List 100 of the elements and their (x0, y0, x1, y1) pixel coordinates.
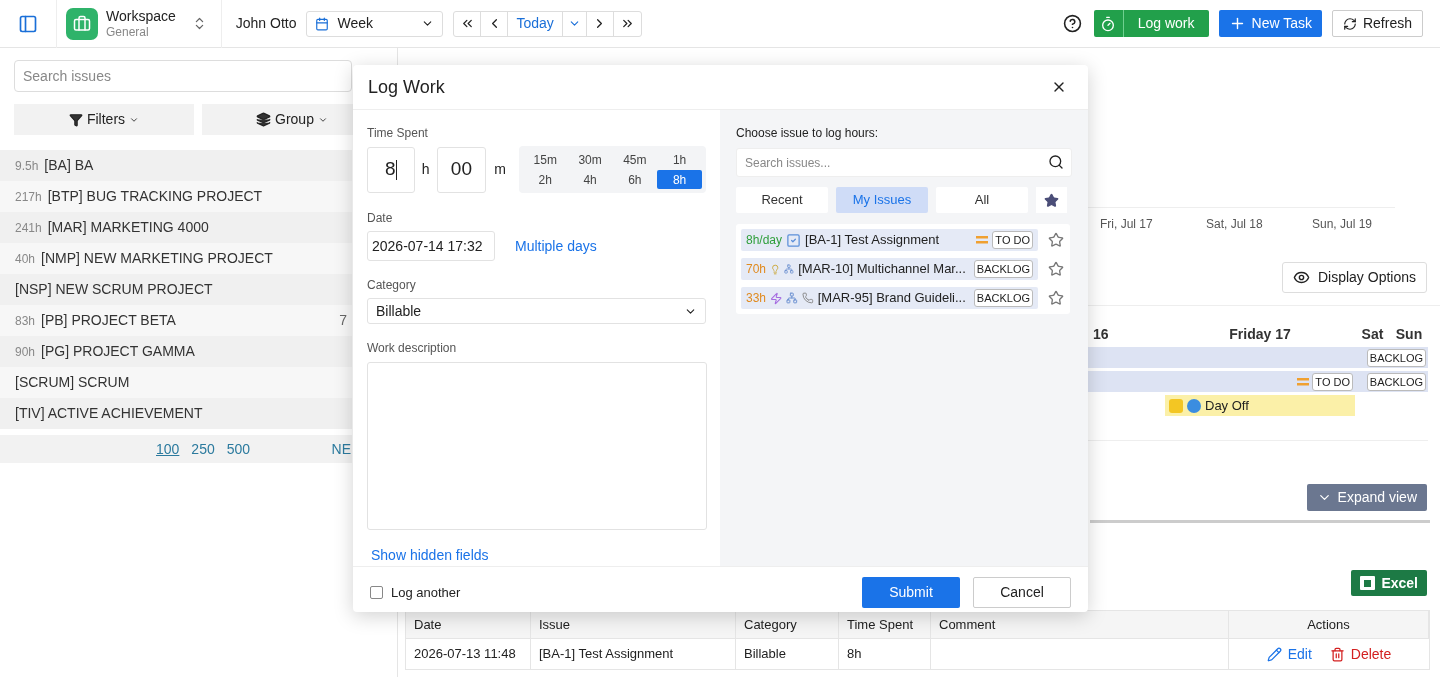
project-row[interactable]: 241h [MAR] MARKETING 4000 (0, 212, 352, 243)
issue-row[interactable]: 70h [MAR-10] Multichannel Mar... BACKLOG (741, 258, 1038, 280)
issue-bar[interactable]: BACKLOG (1088, 347, 1428, 368)
description-field[interactable] (367, 362, 707, 530)
filter-icon (68, 112, 83, 127)
cancel-button[interactable]: Cancel (973, 577, 1071, 608)
table-cell-text: Billable (744, 645, 786, 664)
edit-button[interactable]: Edit (1266, 643, 1312, 665)
favorites-button[interactable] (1036, 187, 1067, 213)
issue-search-field[interactable]: Search issues... (736, 148, 1072, 177)
priority-icon (1297, 377, 1310, 386)
project-name: [BTP] BUG TRACKING PROJECT (47, 187, 263, 206)
dialog-title: Log Work (368, 75, 446, 99)
multiple-days-link[interactable]: Multiple days (515, 235, 597, 257)
column-header: Actions (1307, 615, 1350, 634)
page-size-link[interactable]: 500 (226, 438, 251, 460)
expand-view-button[interactable]: Expand view (1306, 484, 1427, 511)
hours-field[interactable]: 8 (367, 146, 415, 193)
show-hidden-fields-link[interactable]: Show hidden fields (371, 545, 706, 566)
date-field[interactable]: 2026-07-14 17:32 (367, 231, 495, 261)
star-icon[interactable] (1048, 232, 1064, 248)
status-badge: BACKLOG (1366, 348, 1426, 367)
preset-button[interactable]: 8h (657, 170, 702, 189)
preset-button[interactable]: 4h (567, 170, 613, 189)
status-badge: TO DO (1312, 372, 1353, 391)
project-row[interactable]: [NSP] NEW SCRUM PROJECT (0, 274, 352, 305)
filters-button[interactable]: Filters (14, 104, 194, 135)
preset-button[interactable]: 45m (612, 150, 658, 169)
issue-title: [MAR-10] Multichannel Mar... (798, 260, 966, 279)
event-bar[interactable]: Day Off (1165, 395, 1355, 416)
weekday-label: Sun, Jul 19 (1312, 216, 1374, 233)
excel-button[interactable]: Excel (1351, 570, 1427, 596)
field-label: Category (367, 277, 417, 294)
display-options-button[interactable]: Display Options (1281, 262, 1427, 293)
issue-bar[interactable]: BACKLOG (1355, 371, 1428, 392)
spreadsheet-icon (1360, 576, 1376, 590)
sidebar-toggle-icon[interactable] (18, 13, 38, 34)
help-icon[interactable] (1062, 14, 1082, 33)
minutes-field[interactable]: 00 (436, 146, 487, 193)
project-row[interactable]: [SCRUM] SCRUM (0, 367, 352, 398)
event-label: Day Off (1205, 396, 1249, 415)
star-icon[interactable] (1048, 290, 1064, 306)
preset-button[interactable]: 30m (567, 150, 613, 169)
checkbox-label: Log another (391, 583, 461, 602)
star-icon (1044, 192, 1059, 208)
project-count: 7 (339, 311, 347, 330)
table-cell-text: [BA-1] Test Assignment (539, 645, 674, 664)
preset-button[interactable]: 15m (522, 150, 568, 169)
preset-button[interactable]: 6h (612, 170, 658, 189)
search-icon[interactable] (1048, 154, 1064, 170)
project-row[interactable]: 83h [PB] PROJECT BETA 7 (0, 305, 352, 336)
issue-row[interactable]: 8h/day [BA-1] Test Assignment TO DO (741, 229, 1038, 251)
weekday-label: Fri, Jul 17 (1100, 216, 1154, 233)
delete-button[interactable]: Delete (1329, 643, 1392, 665)
workspace-subtitle: General (106, 24, 150, 40)
issue-row[interactable]: 33h [MAR-95] Brand Guideli... BACKLOG (741, 287, 1038, 309)
trash-icon (1329, 646, 1345, 662)
hours-label: 9.5h (15, 157, 39, 175)
layers-icon (256, 112, 272, 127)
project-row[interactable]: 9.5h [BA] BA (0, 150, 352, 181)
project-row[interactable]: [TIV] ACTIVE ACHIEVEMENT (0, 398, 352, 429)
preset-button[interactable]: 2h (522, 170, 568, 189)
project-row[interactable]: 217h [BTP] BUG TRACKING PROJECT (0, 181, 352, 212)
new-task-button[interactable]: New Task (1218, 10, 1322, 37)
issue-bar[interactable]: TO DO (1088, 371, 1355, 392)
log-another-checkbox[interactable] (370, 586, 383, 599)
next-link[interactable]: NE (331, 438, 352, 460)
hours-label: 241h (15, 219, 42, 237)
issue-tab[interactable]: Recent (736, 187, 828, 213)
project-name: [MAR] MARKETING 4000 (47, 218, 209, 237)
column-header: Issue (539, 615, 571, 634)
page-size-link[interactable]: 250 (191, 438, 215, 460)
project-name: [PG] PROJECT GAMMA (41, 342, 195, 361)
day-header: Sat (1361, 324, 1384, 344)
category-select[interactable]: Billable (367, 298, 706, 324)
issue-title: [MAR-95] Brand Guideli... (817, 289, 966, 308)
hours-unit: h (421, 160, 430, 179)
submit-button[interactable]: Submit (862, 577, 960, 608)
hours-label: 217h (15, 188, 42, 206)
day-header: Friday 17 (1229, 324, 1291, 344)
hours-label: 70h (746, 261, 767, 278)
refresh-button[interactable]: Refresh (1331, 10, 1423, 37)
field-label: Date (367, 210, 394, 227)
lightning-icon (770, 290, 783, 306)
view-select[interactable]: Week (306, 10, 444, 37)
preset-button[interactable]: 1h (657, 150, 702, 169)
project-row[interactable]: 40h [NMP] NEW MARKETING PROJECT (0, 243, 352, 274)
star-icon[interactable] (1048, 261, 1064, 277)
hours-label: 8h/day (746, 232, 783, 249)
page-size-link[interactable]: 100 (156, 438, 180, 460)
refresh-icon (1342, 16, 1357, 31)
project-name: [BA] BA (44, 156, 94, 175)
project-row[interactable]: 90h [PG] PROJECT GAMMA (0, 336, 352, 367)
project-name: [NSP] NEW SCRUM PROJECT (15, 280, 213, 299)
eye-icon (1292, 269, 1310, 286)
project-name: [SCRUM] SCRUM (15, 373, 130, 392)
minutes-unit: m (494, 160, 506, 179)
column-header: Date (414, 615, 442, 634)
issue-tab[interactable]: All (936, 187, 1028, 213)
search-field[interactable]: Search issues (14, 60, 352, 92)
